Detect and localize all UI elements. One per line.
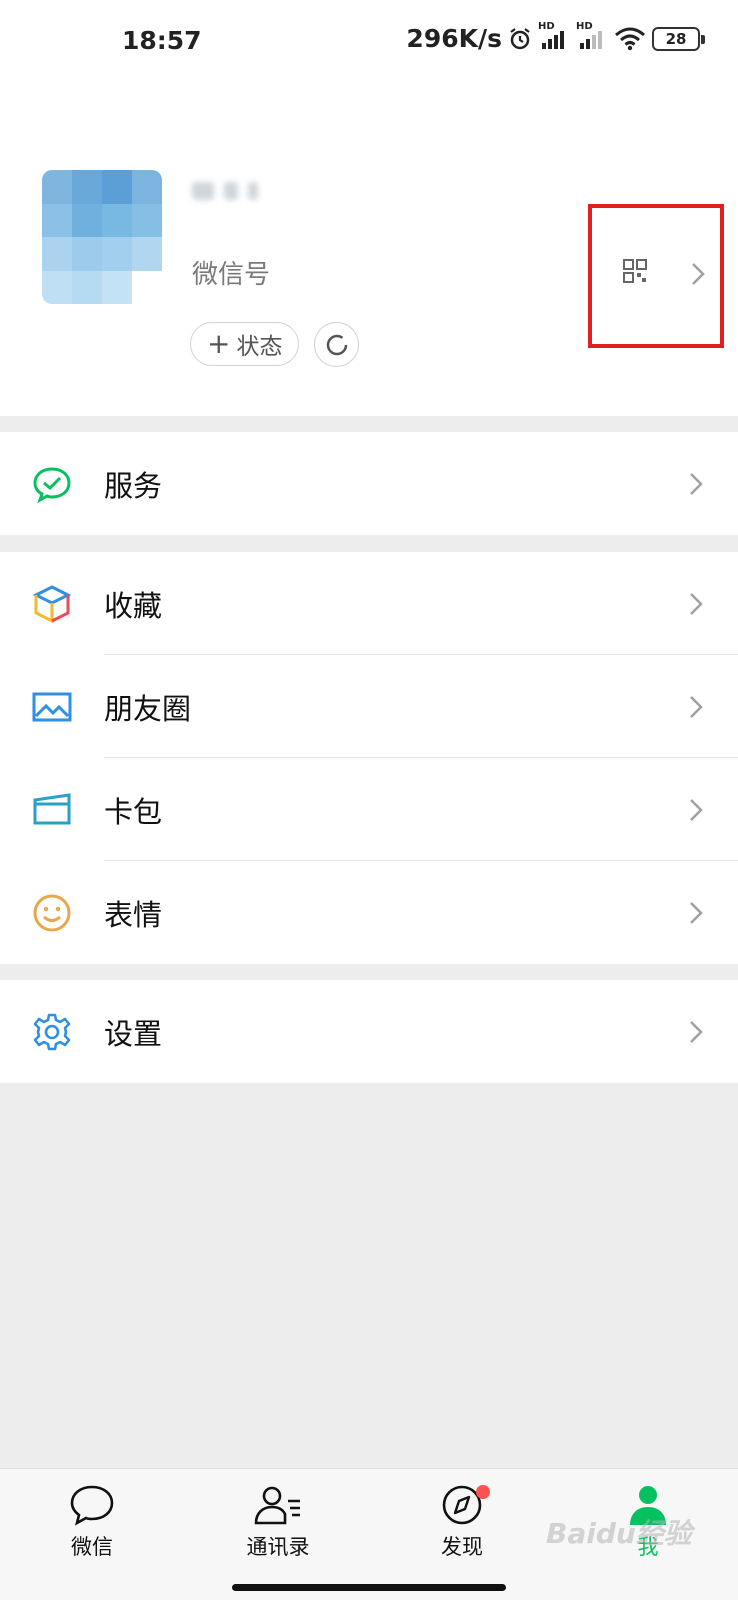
wechat-id-label: 微信号 (192, 260, 271, 290)
card-wallet-icon (30, 788, 74, 832)
services-icon (30, 462, 74, 506)
chevron-right-icon (690, 1020, 703, 1043)
chevron-right-icon (690, 798, 703, 821)
hd-badge: HD (576, 20, 593, 32)
menu-item-services[interactable]: 服务 (0, 432, 738, 535)
add-status-button[interactable]: + 状态 (190, 322, 300, 366)
alarm-icon (508, 27, 532, 51)
signal-icon: HD (576, 21, 608, 51)
menu-item-moments[interactable]: 朋友圈 (0, 655, 738, 758)
menu-group-main: 收藏 朋友圈 卡包 表情 (0, 552, 738, 964)
nickname-blurred (192, 182, 282, 208)
chat-bubble-icon (70, 1485, 114, 1526)
watermark: Baidu经验 (546, 1517, 692, 1550)
cards-label: 卡包 (104, 794, 163, 829)
status-indicators: 296K/s HD HD 28 (406, 21, 705, 53)
status-time: 18:57 (122, 26, 202, 55)
tab-contacts-label: 通讯录 (246, 1535, 310, 1559)
refresh-icon (326, 334, 347, 355)
chevron-right-icon (690, 695, 703, 718)
profile-header[interactable]: 微信号 + 状态 (0, 86, 738, 416)
network-speed: 296K/s (406, 24, 502, 53)
battery-indicator: 28 (652, 26, 705, 51)
hd-badge: HD (538, 20, 555, 32)
favorites-cube-icon (30, 582, 74, 626)
moments-picture-icon (30, 685, 74, 729)
moments-label: 朋友圈 (104, 691, 192, 726)
signal-icon: HD (538, 21, 570, 51)
tab-chats-label: 微信 (71, 1535, 113, 1559)
status-button-label: 状态 (236, 334, 283, 360)
smiley-icon (30, 891, 74, 935)
menu-item-stickers[interactable]: 表情 (0, 861, 738, 964)
chevron-right-icon (690, 472, 703, 495)
chevron-right-icon (690, 592, 703, 615)
menu-group-settings: 设置 (0, 980, 738, 1083)
favorites-label: 收藏 (104, 588, 163, 623)
tab-chats[interactable]: 微信 (22, 1483, 162, 1561)
home-indicator[interactable] (232, 1584, 506, 1591)
status-bar: 18:57 296K/s HD HD 28 (0, 0, 738, 86)
tab-discover-label: 发现 (441, 1535, 483, 1559)
status-refresh-button[interactable] (314, 322, 359, 367)
menu-item-favorites[interactable]: 收藏 (0, 552, 738, 655)
services-label: 服务 (104, 468, 163, 503)
notification-dot (476, 1485, 490, 1499)
gear-icon (30, 1010, 74, 1054)
chevron-right-icon (690, 901, 703, 924)
qr-code-icon[interactable] (622, 258, 648, 284)
tab-discover[interactable]: 发现 (392, 1483, 532, 1561)
wifi-icon (614, 27, 646, 51)
stickers-label: 表情 (104, 897, 163, 932)
avatar[interactable] (42, 170, 162, 304)
chevron-right-icon (692, 263, 705, 285)
menu-group-services: 服务 (0, 432, 738, 535)
menu-item-cards[interactable]: 卡包 (0, 758, 738, 861)
contacts-icon (254, 1486, 300, 1525)
plus-icon: + (207, 327, 231, 360)
settings-label: 设置 (104, 1016, 163, 1051)
menu-item-settings[interactable]: 设置 (0, 980, 738, 1083)
tab-contacts[interactable]: 通讯录 (208, 1483, 348, 1561)
